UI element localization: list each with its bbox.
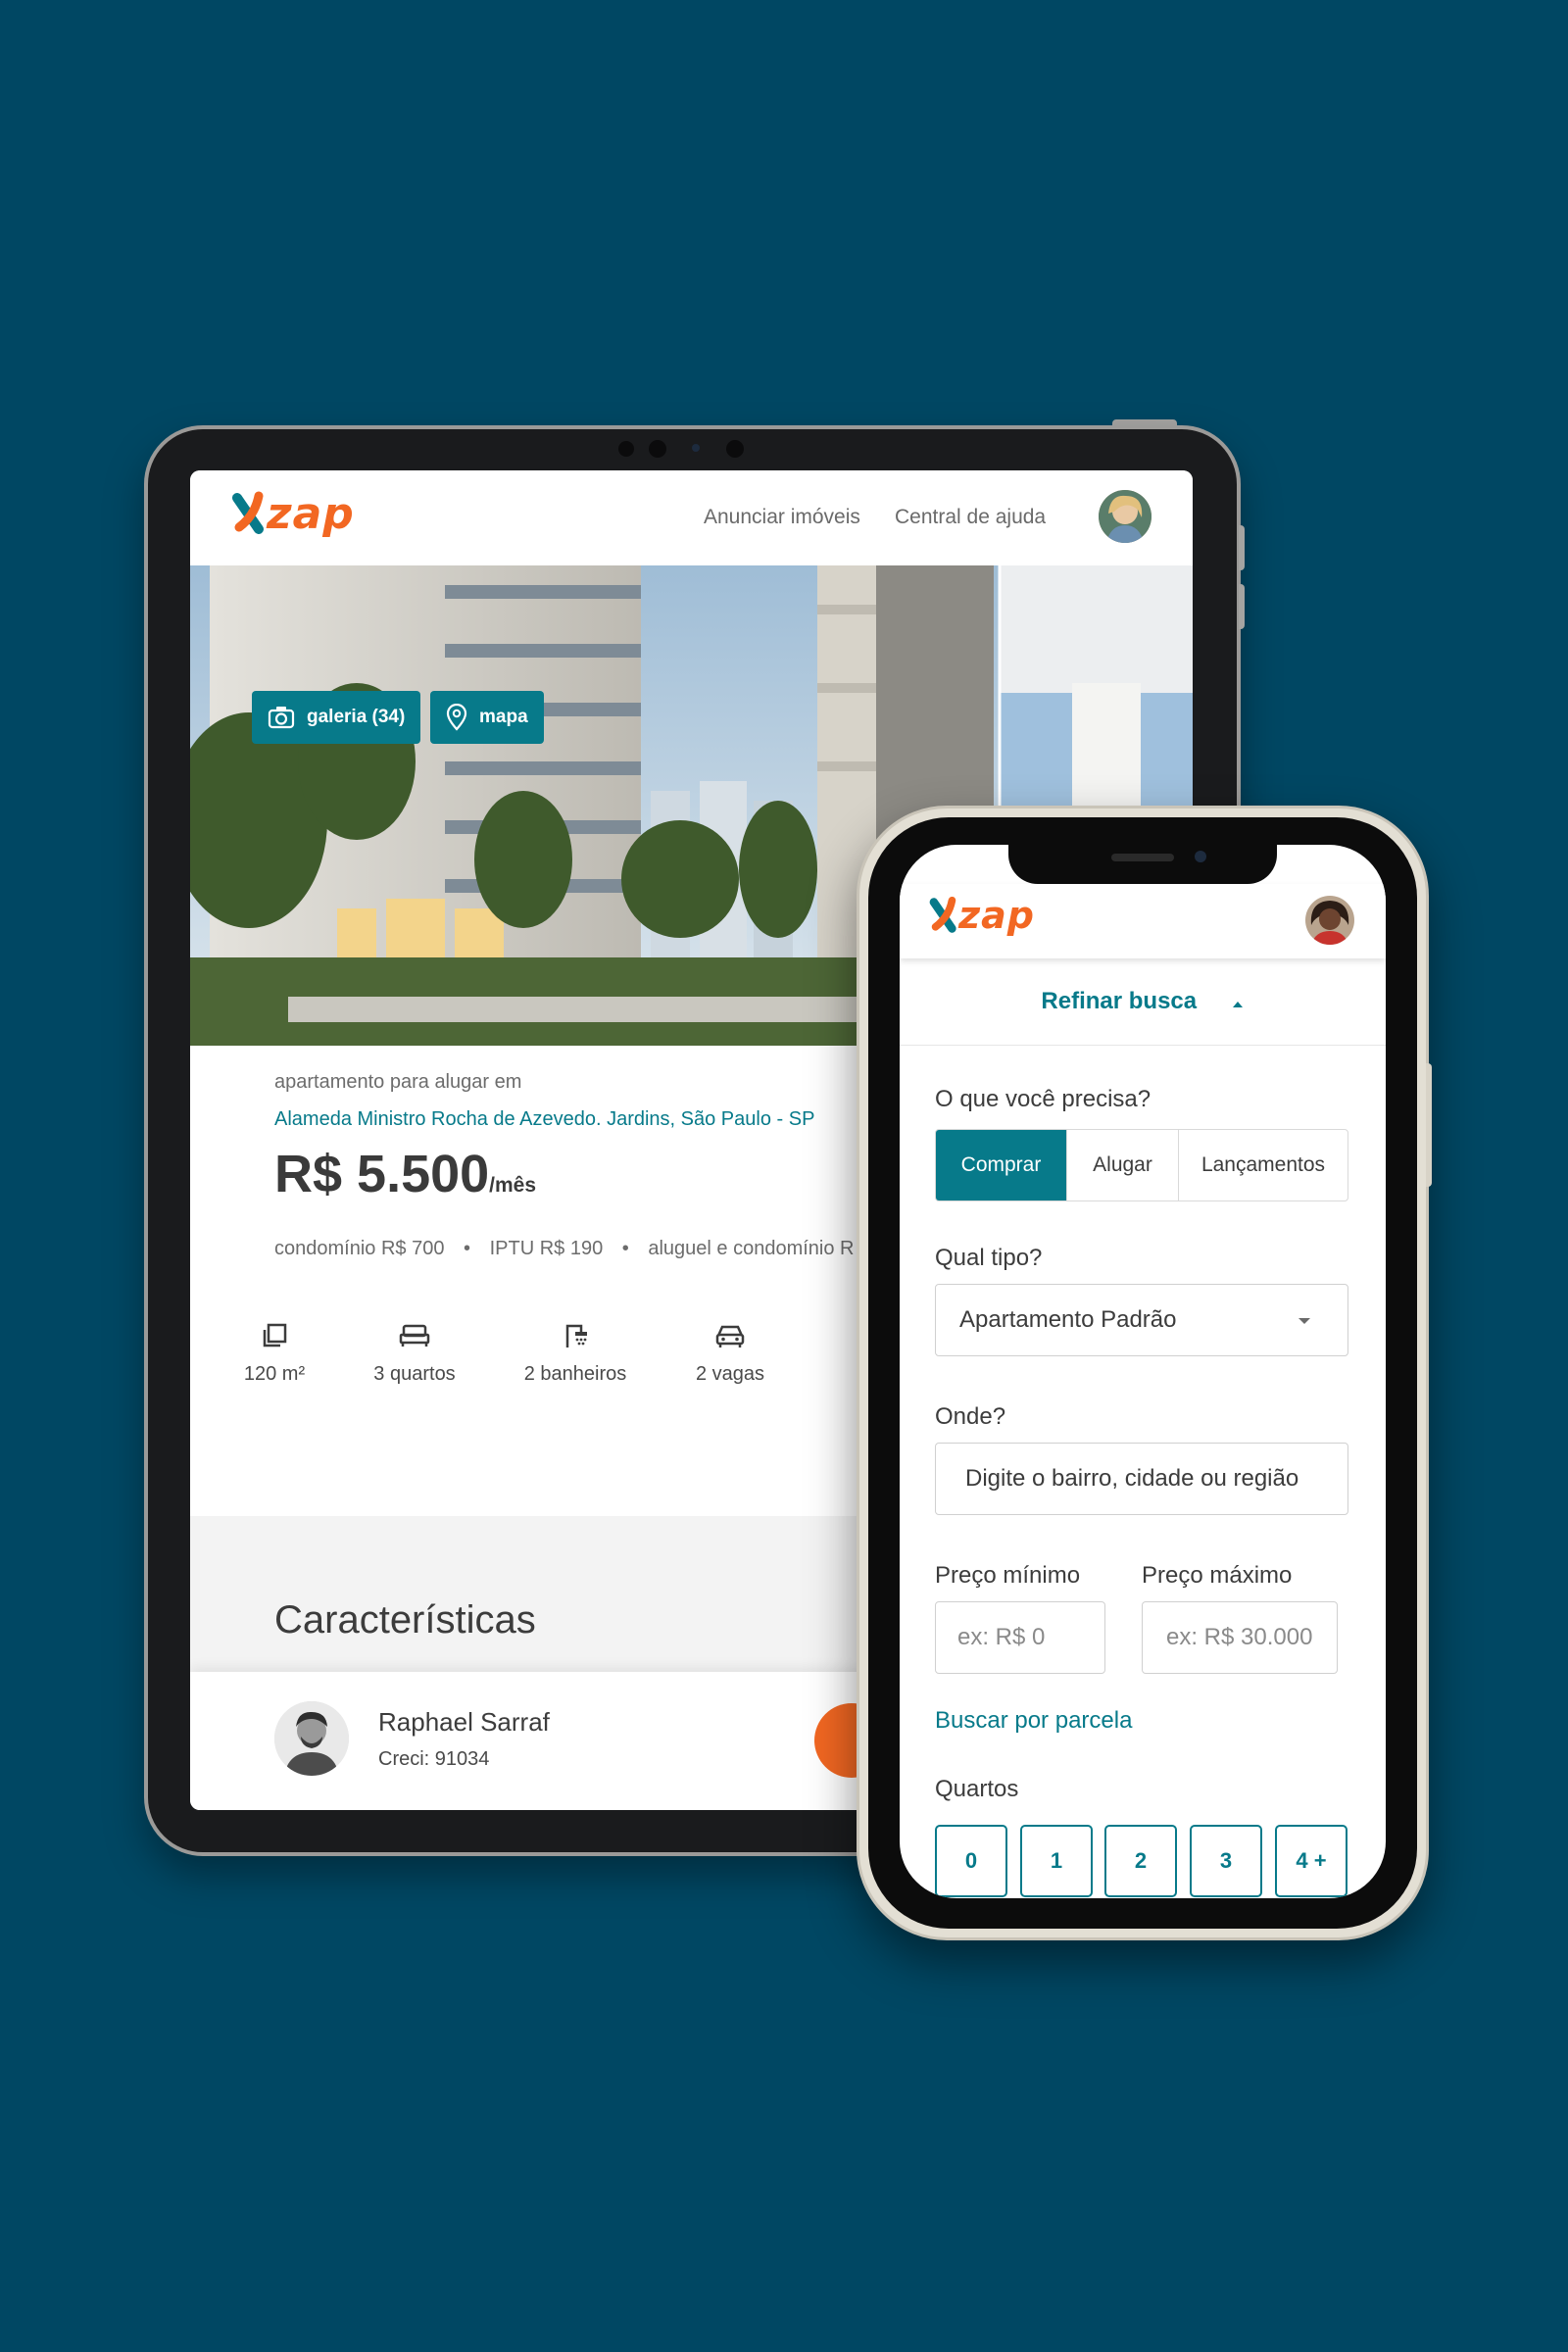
listing-price: R$ 5.500/mês xyxy=(274,1144,536,1204)
phone-header: zap xyxy=(900,884,1386,958)
tablet-sensor xyxy=(649,440,666,458)
rooms-option-3[interactable]: 3 xyxy=(1190,1825,1262,1897)
camera-icon xyxy=(268,707,295,729)
max-price-label: Preço máximo xyxy=(1142,1562,1293,1589)
bed-icon xyxy=(399,1324,430,1347)
need-label: O que você precisa? xyxy=(935,1086,1152,1112)
refine-search-label: Refinar busca xyxy=(1041,988,1198,1014)
listing-kind: apartamento para alugar em xyxy=(274,1071,522,1093)
tablet-side-button xyxy=(1239,584,1245,629)
listing-fees: condomínio R$ 700 • IPTU R$ 190 • alugue… xyxy=(274,1238,854,1260)
min-price-input[interactable]: ex: R$ 0 xyxy=(935,1601,1105,1674)
price-value: R$ 5.500 xyxy=(274,1145,490,1203)
fee-separator: • xyxy=(621,1238,629,1259)
feature-bedrooms: 3 quartos xyxy=(336,1322,493,1386)
caret-down-icon xyxy=(1298,1318,1310,1324)
feature-area: 120 m² xyxy=(196,1322,353,1386)
nav-help-link[interactable]: Central de ajuda xyxy=(895,506,1046,529)
zap-logo[interactable]: zap xyxy=(927,894,1035,937)
user-avatar[interactable] xyxy=(1305,896,1354,945)
refine-search-toggle[interactable]: Refinar busca xyxy=(900,958,1386,1046)
agent-creci: Creci: 91034 xyxy=(378,1748,490,1770)
tablet-side-button xyxy=(1239,525,1245,570)
option-rent[interactable]: Alugar xyxy=(1067,1130,1179,1200)
rooms-option-2[interactable]: 2 xyxy=(1104,1825,1177,1897)
page-background: { "brand": {"logo_text": "zap", "accent"… xyxy=(0,0,1568,2352)
tablet-camera xyxy=(692,444,700,452)
fee-condominium: condomínio R$ 700 xyxy=(274,1238,445,1259)
feature-bathrooms: 2 banheiros xyxy=(497,1322,654,1386)
tablet-sensor xyxy=(618,441,634,457)
rooms-option-0[interactable]: 0 xyxy=(935,1825,1007,1897)
map-button[interactable]: mapa xyxy=(430,691,544,744)
fee-iptu: IPTU R$ 190 xyxy=(489,1238,604,1259)
price-unit: /mês xyxy=(489,1174,537,1197)
listing-address-link[interactable]: Alameda Ministro Rocha de Azevedo. Jardi… xyxy=(274,1108,814,1131)
agent-avatar-image xyxy=(274,1701,349,1776)
rooms-label: Quartos xyxy=(935,1776,1019,1802)
max-price-input[interactable]: ex: R$ 30.000 xyxy=(1142,1601,1338,1674)
option-buy[interactable]: Comprar xyxy=(936,1130,1067,1200)
phone-side-button xyxy=(1426,1063,1432,1187)
user-avatar-image xyxy=(1305,896,1354,945)
property-type-select[interactable]: Apartamento Padrão xyxy=(935,1284,1348,1356)
agent-avatar xyxy=(274,1701,349,1776)
zap-logo[interactable]: zap xyxy=(229,488,355,539)
phone-camera xyxy=(1195,851,1206,862)
location-placeholder: Digite o bairro, cidade ou região xyxy=(965,1465,1299,1492)
phone-speaker xyxy=(1111,854,1174,861)
location-input[interactable]: Digite o bairro, cidade ou região xyxy=(935,1443,1348,1515)
transaction-type-toggle: Comprar Alugar Lançamentos xyxy=(935,1129,1348,1201)
car-icon xyxy=(715,1325,745,1348)
logo-wordmark: zap xyxy=(958,894,1035,937)
zap-logo-icon xyxy=(232,491,264,534)
tablet-sensor xyxy=(726,440,744,458)
type-label: Qual tipo? xyxy=(935,1245,1043,1271)
feature-area-label: 120 m² xyxy=(243,1363,306,1385)
feature-bedrooms-label: 3 quartos xyxy=(373,1363,456,1385)
user-avatar-image xyxy=(1099,490,1152,543)
logo-wordmark: zap xyxy=(267,488,355,539)
fee-total: aluguel e condomínio R xyxy=(648,1238,855,1259)
feature-bathrooms-label: 2 banheiros xyxy=(523,1363,627,1385)
where-label: Onde? xyxy=(935,1403,1006,1430)
caret-up-icon xyxy=(1232,1001,1243,1007)
tablet-header: zap Anunciar imóveis Central de ajuda xyxy=(190,470,1193,566)
phone-notch xyxy=(1008,845,1277,884)
nav-advertise-link[interactable]: Anunciar imóveis xyxy=(704,506,860,529)
zap-logo-icon xyxy=(929,896,956,933)
phone-screen: zap Refinar busca O que você precisa? Co… xyxy=(900,845,1386,1898)
max-price-placeholder: ex: R$ 30.000 xyxy=(1166,1624,1313,1650)
property-type-value: Apartamento Padrão xyxy=(959,1306,1177,1333)
map-pin-icon xyxy=(446,704,467,731)
map-button-label: mapa xyxy=(479,707,528,727)
option-launches[interactable]: Lançamentos xyxy=(1179,1130,1348,1200)
agent-name: Raphael Sarraf xyxy=(378,1707,550,1737)
shower-icon xyxy=(565,1324,587,1348)
rooms-option-1[interactable]: 1 xyxy=(1020,1825,1093,1897)
feature-parking: 2 vagas xyxy=(652,1322,808,1386)
user-avatar[interactable] xyxy=(1099,490,1152,543)
min-price-placeholder: ex: R$ 0 xyxy=(957,1624,1046,1650)
feature-parking-label: 2 vagas xyxy=(695,1363,765,1385)
section-title: Características xyxy=(274,1598,536,1642)
gallery-button-label: galeria (34) xyxy=(307,707,406,727)
fee-separator: • xyxy=(464,1238,471,1259)
min-price-label: Preço mínimo xyxy=(935,1562,1081,1589)
gallery-button[interactable]: galeria (34) xyxy=(252,691,421,744)
installment-search-link[interactable]: Buscar por parcela xyxy=(935,1707,1132,1735)
area-icon xyxy=(263,1323,287,1348)
rooms-option-4-plus[interactable]: 4 + xyxy=(1275,1825,1348,1897)
